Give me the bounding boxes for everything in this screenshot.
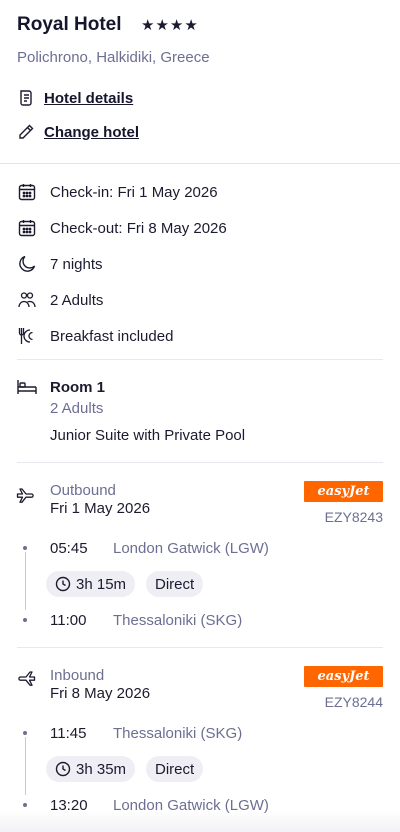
guests-row: 2 Adults <box>17 289 103 311</box>
airline-logo: easyJet <box>304 481 383 502</box>
guests-text: 2 Adults <box>50 291 104 309</box>
duration-pill: 3h 15m <box>46 571 136 597</box>
plane-departure-icon <box>16 488 34 503</box>
nights-row: 7 nights <box>17 253 103 275</box>
star-rating: ★★★★ <box>141 17 199 34</box>
calendar-icon <box>17 182 37 202</box>
airline-logo: easyJet <box>304 666 383 687</box>
room-type: Junior Suite with Private Pool <box>50 427 246 444</box>
cutlery-icon <box>17 326 37 346</box>
check-out-row: Check-out: Fri 8 May 2026 <box>17 217 227 239</box>
section-divider <box>17 462 383 463</box>
duration-text: 3h 15m <box>76 575 127 593</box>
timeline-dot <box>23 546 27 550</box>
people-icon <box>17 290 37 310</box>
timeline-dot <box>23 618 27 622</box>
hotel-name: Royal Hotel <box>17 14 122 35</box>
moon-icon <box>17 254 37 274</box>
clock-icon <box>55 576 71 592</box>
board-row: Breakfast included <box>17 325 173 347</box>
nights-text: 7 nights <box>50 255 103 273</box>
hotel-details-link[interactable]: Hotel details <box>17 87 133 109</box>
check-out-text: Check-out: Fri 8 May 2026 <box>50 219 227 237</box>
departure-time: 11:45 <box>50 725 87 742</box>
document-icon <box>20 90 32 106</box>
arrival-time: 11:00 <box>50 612 87 629</box>
timeline-dot <box>23 803 27 807</box>
room-occupancy: 2 Adults <box>50 400 104 417</box>
hotel-details-label[interactable]: Hotel details <box>44 90 133 107</box>
stops-pill: Direct <box>146 571 204 597</box>
room-title: Room 1 <box>50 379 106 396</box>
change-hotel-label[interactable]: Change hotel <box>44 124 139 141</box>
section-divider <box>17 359 383 360</box>
timeline-line <box>24 737 26 795</box>
duration-text: 3h 35m <box>76 760 127 778</box>
flight-number: EZY8244 <box>324 694 383 710</box>
change-hotel-link[interactable]: Change hotel <box>17 121 139 143</box>
departure-airport: London Gatwick (LGW) <box>113 540 269 557</box>
stops-text: Direct <box>155 575 195 593</box>
outbound-label: Outbound <box>50 482 116 499</box>
outbound-date: Fri 1 May 2026 <box>50 500 151 517</box>
duration-pill: 3h 35m <box>46 756 136 782</box>
check-in-text: Check-in: Fri 1 May 2026 <box>50 183 218 201</box>
flight-number: EZY8243 <box>324 509 383 525</box>
timeline-dot <box>23 731 27 735</box>
clock-icon <box>55 761 71 777</box>
arrival-airport: Thessaloniki (SKG) <box>113 612 243 629</box>
stops-pill: Direct <box>146 756 204 782</box>
pencil-icon <box>19 124 34 139</box>
stops-text: Direct <box>155 760 195 778</box>
board-text: Breakfast included <box>50 327 174 345</box>
hotel-location: Polichrono, Halkidiki, Greece <box>17 49 210 66</box>
timeline-line <box>24 552 26 610</box>
section-divider <box>17 647 383 648</box>
departure-airport: Thessaloniki (SKG) <box>113 725 243 742</box>
departure-time: 05:45 <box>50 540 88 557</box>
scroll-fade <box>0 810 400 832</box>
calendar-icon <box>17 218 37 238</box>
check-in-row: Check-in: Fri 1 May 2026 <box>17 181 218 203</box>
inbound-label: Inbound <box>50 667 105 684</box>
section-divider <box>0 163 400 164</box>
inbound-date: Fri 8 May 2026 <box>50 685 151 702</box>
bed-icon <box>17 380 37 394</box>
plane-arrival-icon <box>18 671 36 686</box>
